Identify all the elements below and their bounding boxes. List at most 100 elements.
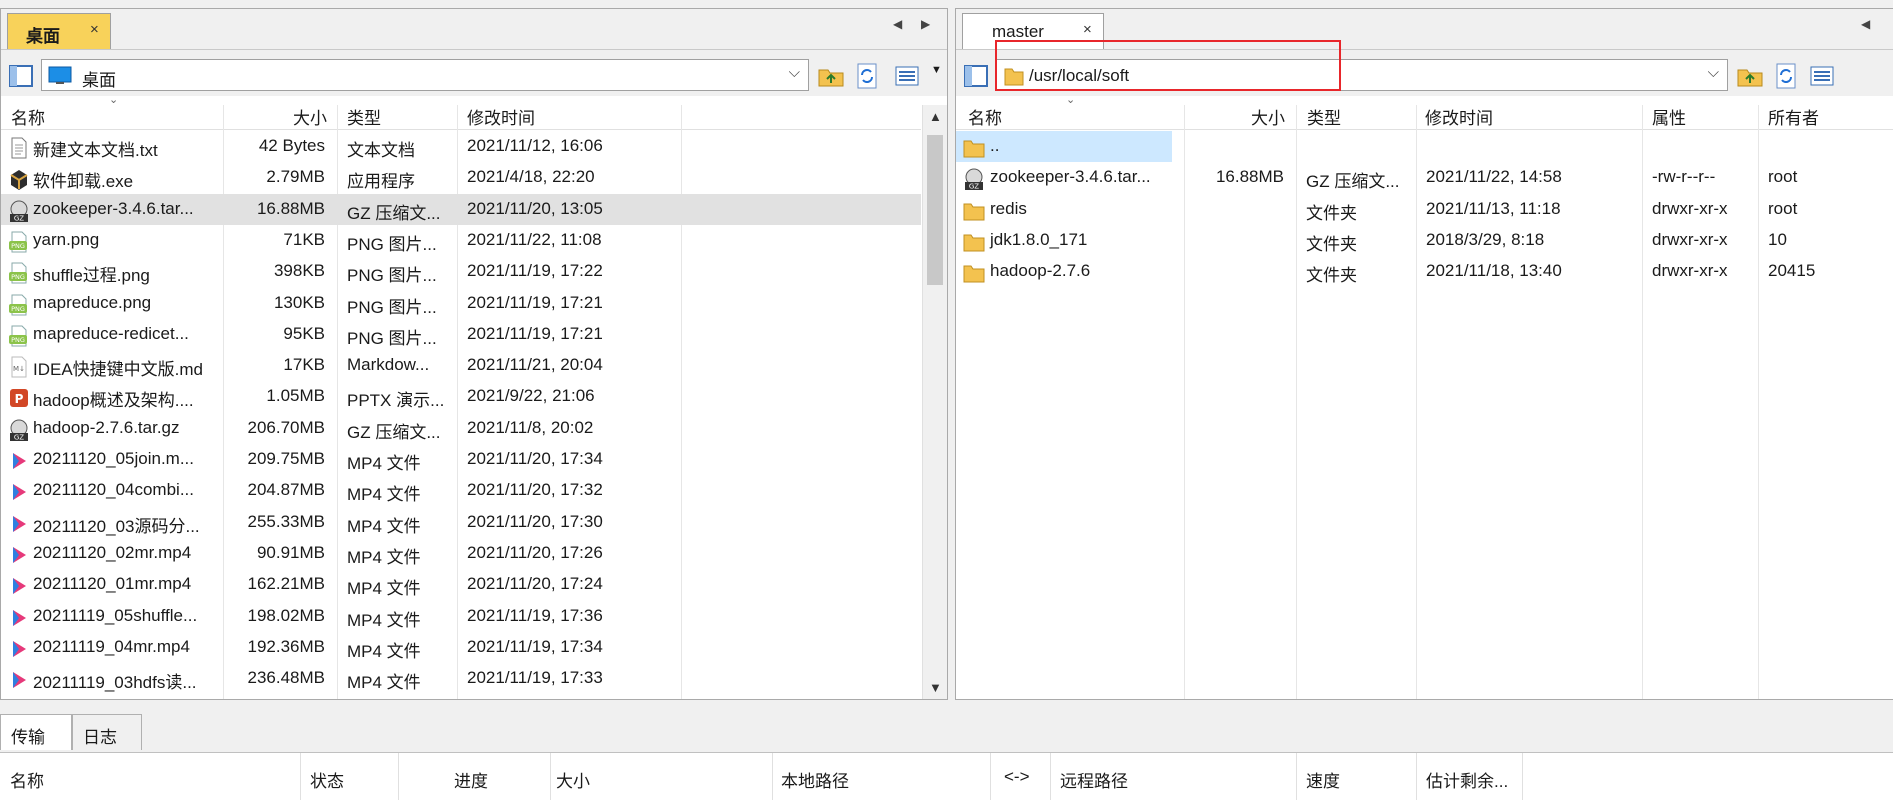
col-name[interactable]: 名称 xyxy=(10,767,44,792)
local-vertical-scrollbar[interactable]: ▲ ▼ xyxy=(922,105,947,699)
table-row[interactable]: 20211119_03hdfs读... 236.48MB MP4 文件 2021/11… xyxy=(1,663,921,694)
folder-icon xyxy=(962,230,986,254)
col-name[interactable]: 名称 xyxy=(11,104,45,129)
col-attributes[interactable]: 属性 xyxy=(1652,104,1686,129)
refresh-icon[interactable] xyxy=(853,62,881,90)
cell-owner: 10 xyxy=(1768,229,1787,249)
cell-name: zookeeper-3.4.6.tar... xyxy=(33,198,194,218)
table-row[interactable]: Phadoop概述及架构.... 1.05MB PPTX 演示... 2021/9/2… xyxy=(1,381,921,412)
cell-type: 应用程序 xyxy=(347,172,415,192)
table-row[interactable]: PNG mapreduce-redicet... 95KB PNG 图片... 2021… xyxy=(1,319,921,350)
view-dropdown-icon[interactable]: ▼ xyxy=(931,64,942,76)
tab-transfer[interactable]: 传输 xyxy=(0,714,72,750)
cell-type: MP4 文件 xyxy=(347,547,421,567)
cell-attrs: -rw-r--r-- xyxy=(1652,167,1716,187)
cell-name: .. xyxy=(990,136,1000,155)
col-modified[interactable]: 修改时间 xyxy=(1425,104,1493,129)
close-icon[interactable]: × xyxy=(90,21,99,38)
desktop-icon xyxy=(48,66,72,84)
cell-modified: 2021/11/19, 17:33 xyxy=(467,668,603,688)
col-size[interactable]: 大小 xyxy=(293,104,327,129)
col-type[interactable]: 类型 xyxy=(1307,104,1341,129)
refresh-icon[interactable] xyxy=(1772,62,1800,90)
cell-name: hadoop-2.7.6.tar.gz xyxy=(33,417,180,437)
cell-modified: 2021/11/22, 11:08 xyxy=(467,229,602,249)
cell-size: 236.48MB xyxy=(247,668,326,688)
mp4-icon xyxy=(7,512,31,536)
col-eta[interactable]: 估计剩余... xyxy=(1426,767,1508,792)
scroll-thumb[interactable] xyxy=(927,135,943,285)
cell-modified: 2021/11/19, 17:22 xyxy=(467,261,603,281)
tab-master-label: master xyxy=(992,22,1044,41)
view-mode-icon[interactable] xyxy=(1808,62,1836,90)
col-modified[interactable]: 修改时间 xyxy=(467,104,535,129)
table-row[interactable]: redis 文件夹 2021/11/13, 11:18 drwxr-xr-x root xyxy=(956,194,1893,225)
col-status[interactable]: 状态 xyxy=(310,767,344,792)
local-path-combo[interactable]: 桌面 ⌵ xyxy=(41,59,809,91)
table-row[interactable]: 20211120_04combi... 204.87MB MP4 文件 2021/11… xyxy=(1,475,921,506)
table-row[interactable]: 20211120_01mr.mp4 162.21MB MP4 文件 2021/11/2… xyxy=(1,569,921,600)
sort-indicator-icon: ⌄ xyxy=(1066,94,1076,106)
table-row[interactable]: 20211119_05shuffle... 198.02MB MP4 文件 2021/… xyxy=(1,601,921,632)
local-pane: 桌面 × ◀ ▶ 桌面 ⌵ ▼ 名称 大小 类型 修改时间 ⌄ 新建文本文档.t… xyxy=(0,8,948,700)
view-mode-icon[interactable] xyxy=(893,62,921,90)
cell-modified: 2021/11/18, 13:40 xyxy=(1426,261,1562,281)
table-row[interactable]: 软件卸载.exe 2.79MB 应用程序 2021/4/18, 22:20 xyxy=(1,162,921,193)
table-row[interactable]: jdk1.8.0_171 文件夹 2018/3/29, 8:18 drwxr-xr-x… xyxy=(956,225,1893,256)
cell-type: MP4 文件 xyxy=(347,485,421,505)
col-speed[interactable]: 速度 xyxy=(1306,767,1340,792)
cell-size: 198.02MB xyxy=(247,605,326,625)
cell-type: MP4 文件 xyxy=(347,641,421,661)
cell-size: 16.88MB xyxy=(256,198,325,218)
col-type[interactable]: 类型 xyxy=(347,104,381,129)
col-owner[interactable]: 所有者 xyxy=(1768,104,1819,129)
tab-scroll-right-icon[interactable]: ▶ xyxy=(921,17,930,31)
col-name[interactable]: 名称 xyxy=(968,104,1002,129)
tab-scroll-left-icon[interactable]: ◀ xyxy=(1861,17,1870,31)
cell-name: 20211119_05shuffle... xyxy=(33,605,198,625)
table-row[interactable]: PNG mapreduce.png 130KB PNG 图片... 2021/11/19… xyxy=(1,288,921,319)
close-icon[interactable]: × xyxy=(1083,21,1092,38)
table-row[interactable]: GZ zookeeper-3.4.6.tar... 16.88MB GZ 压缩文...… xyxy=(956,162,1893,193)
chevron-down-icon[interactable]: ⌵ xyxy=(1708,64,1719,81)
cell-type: 文件夹 xyxy=(1306,234,1357,254)
table-row[interactable]: 20211120_03源码分... 255.33MB MP4 文件 2021/11/2… xyxy=(1,507,921,538)
cell-modified: 2021/11/19, 17:21 xyxy=(467,323,603,343)
col-progress[interactable]: 进度 xyxy=(454,767,488,792)
table-row[interactable]: 20211120_05join.m... 209.75MB MP4 文件 2021/1… xyxy=(1,444,921,475)
parent-folder-icon[interactable] xyxy=(817,62,845,90)
tab-scroll-left-icon[interactable]: ◀ xyxy=(893,17,902,31)
table-row[interactable]: M↓ IDEA快捷键中文版.md 17KB Markdow... 2021/11/21,… xyxy=(1,350,921,381)
cell-size: 255.33MB xyxy=(247,511,326,531)
table-row[interactable]: 新建文本文档.txt 42 Bytes 文本文档 2021/11/12, 16:06 xyxy=(1,131,921,162)
col-size[interactable]: 大小 xyxy=(1251,104,1285,129)
table-row[interactable]: .. xyxy=(956,131,1172,162)
scroll-down-icon[interactable]: ▼ xyxy=(929,680,942,695)
table-row[interactable]: PNG yarn.png 71KB PNG 图片... 2021/11/22, 11:0… xyxy=(1,225,921,256)
cell-size: 204.87MB xyxy=(247,480,326,500)
col-remote-path[interactable]: 远程路径 xyxy=(1060,767,1128,792)
cell-size: 71KB xyxy=(283,229,325,249)
cell-size: 16.88MB xyxy=(1215,167,1284,187)
svg-text:GZ: GZ xyxy=(14,214,24,222)
col-local-path[interactable]: 本地路径 xyxy=(781,767,849,792)
table-row[interactable]: 20211119_04mr.mp4 192.36MB MP4 文件 2021/11/1… xyxy=(1,632,921,663)
svg-text:PNG: PNG xyxy=(11,305,25,313)
chevron-down-icon[interactable]: ⌵ xyxy=(789,64,800,81)
scroll-up-icon[interactable]: ▲ xyxy=(929,109,942,124)
col-direction[interactable]: <-> xyxy=(1004,767,1030,787)
cell-modified: 2021/11/19, 17:21 xyxy=(467,292,603,312)
parent-folder-icon[interactable] xyxy=(1736,62,1764,90)
svg-text:GZ: GZ xyxy=(14,433,24,441)
tab-desktop[interactable]: 桌面 × xyxy=(7,13,111,49)
table-row[interactable]: PNG shuffle过程.png 398KB PNG 图片... 2021/11/19… xyxy=(1,256,921,287)
panel-toggle-icon[interactable] xyxy=(962,62,990,90)
table-row[interactable]: 20211120_02mr.mp4 90.91MB MP4 文件 2021/11/20… xyxy=(1,538,921,569)
table-row[interactable]: hadoop-2.7.6 文件夹 2021/11/18, 13:40 drwxr-xr… xyxy=(956,256,1893,287)
panel-toggle-icon[interactable] xyxy=(7,62,35,90)
tab-log[interactable]: 日志 xyxy=(72,714,142,750)
cell-size: 398KB xyxy=(273,261,325,281)
table-row[interactable]: GZ hadoop-2.7.6.tar.gz 206.70MB GZ 压缩文... 20… xyxy=(1,413,921,444)
col-size[interactable]: 大小 xyxy=(556,767,590,792)
table-row[interactable]: GZ zookeeper-3.4.6.tar... 16.88MB GZ 压缩文...… xyxy=(1,193,921,225)
